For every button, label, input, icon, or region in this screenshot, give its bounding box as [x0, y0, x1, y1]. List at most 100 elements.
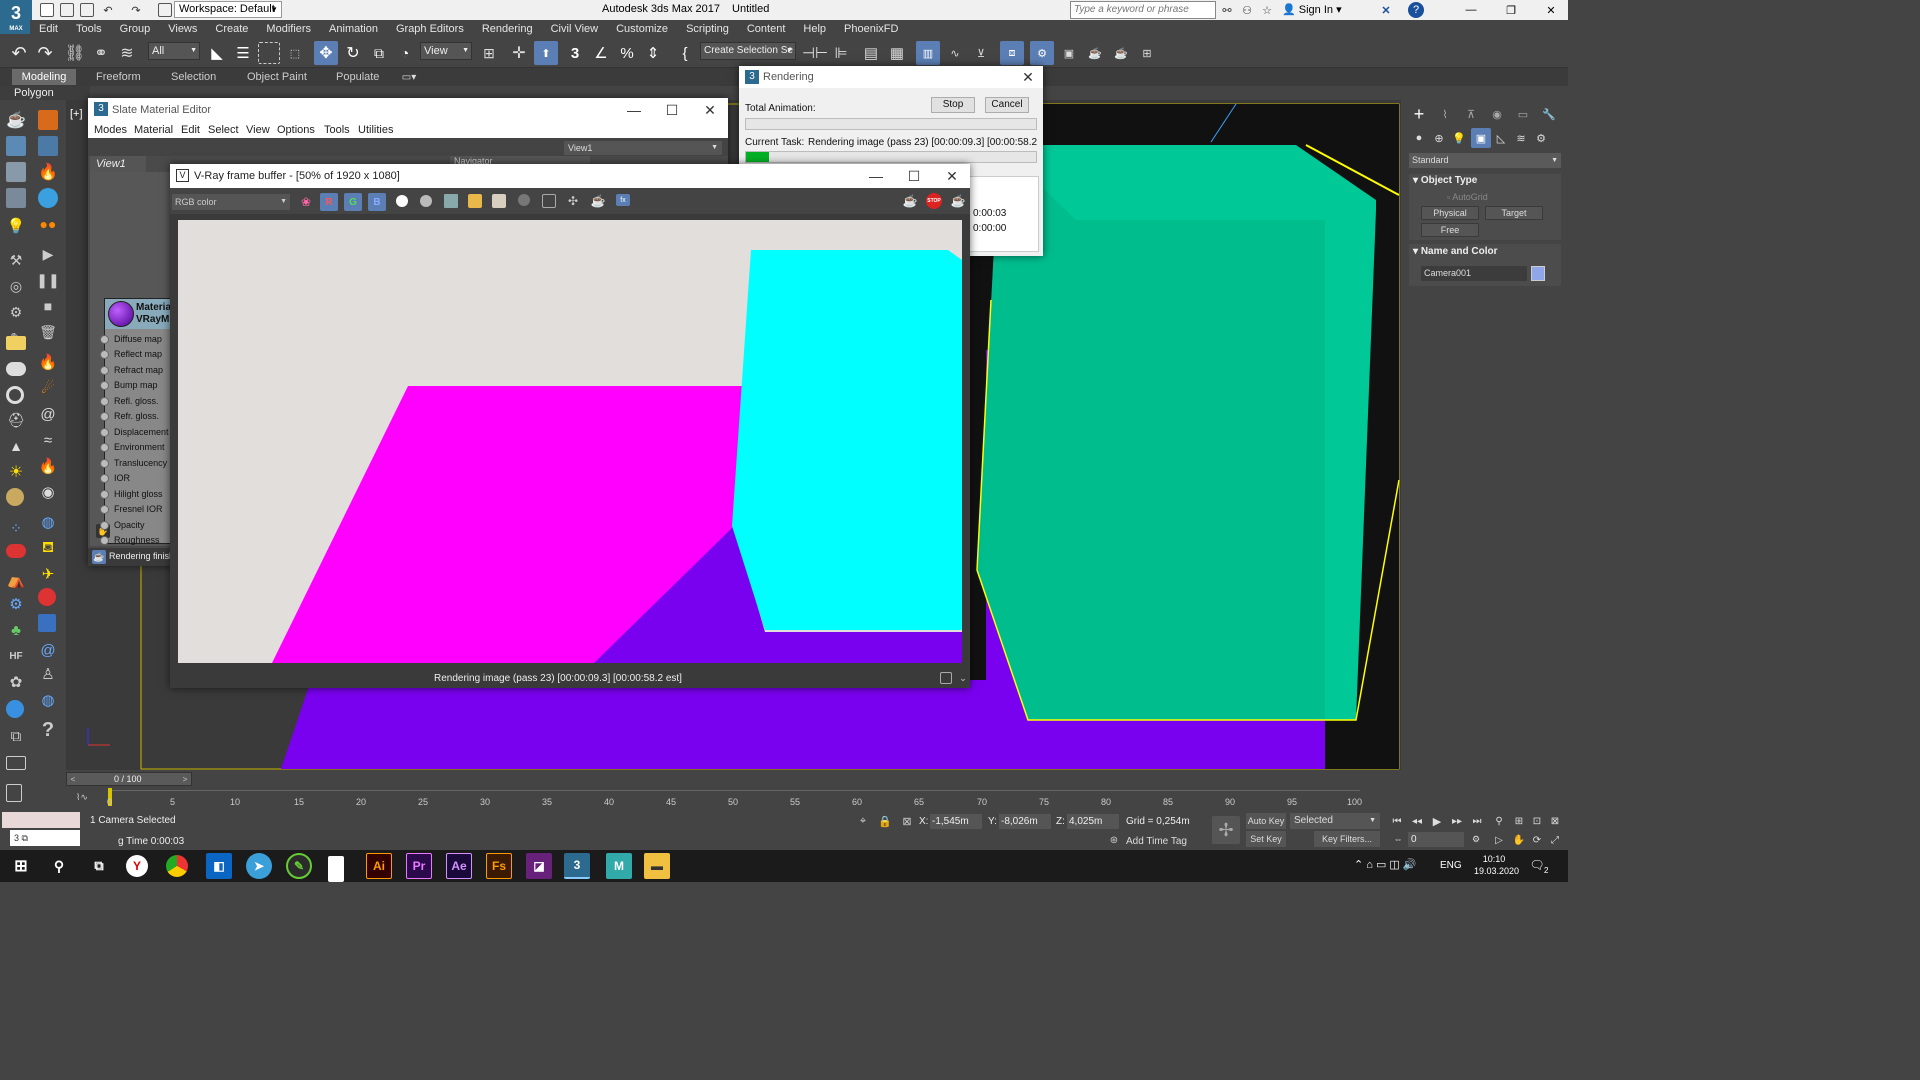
object-paint-icon[interactable]: [38, 110, 58, 130]
flame-icon[interactable]: 🔥: [38, 162, 58, 182]
ref-coord-dropdown[interactable]: View ▼: [420, 42, 472, 60]
time-tag-icon[interactable]: ⊛: [1108, 834, 1120, 846]
red-channel-icon[interactable]: R: [320, 193, 338, 211]
render-setup-icon[interactable]: ⚙: [1030, 41, 1054, 65]
mini-curve-toggle[interactable]: ⌇∿: [76, 792, 88, 803]
tab-freeform[interactable]: Freeform: [96, 69, 141, 85]
after-effects-icon[interactable]: Ae: [446, 853, 472, 879]
window-crossing-icon[interactable]: ⬚: [284, 42, 306, 64]
link-vfb-icon[interactable]: ✣: [566, 194, 580, 208]
tab-modeling[interactable]: Modeling: [12, 69, 76, 85]
grid-icon[interactable]: [38, 136, 58, 156]
material-editor-icon[interactable]: ⧈: [1000, 41, 1024, 65]
plant-icon[interactable]: ♣: [6, 620, 26, 640]
slate-menu-view[interactable]: View: [246, 124, 270, 136]
close-icon[interactable]: ✕: [1536, 2, 1566, 18]
cameras-icon[interactable]: ▣: [1471, 128, 1491, 148]
chrome-icon[interactable]: [166, 855, 188, 877]
slate-maximize-icon[interactable]: ☐: [654, 98, 690, 122]
x-coord-input[interactable]: -1,545m: [930, 814, 982, 829]
slate-menu-options[interactable]: Options: [277, 124, 315, 136]
set-key-button[interactable]: Set Key: [1246, 831, 1286, 847]
slot-refract-map[interactable]: Refract map: [100, 363, 170, 378]
layer-explorer-icon[interactable]: ▦: [886, 42, 908, 64]
motion-tab-icon[interactable]: ◉: [1487, 104, 1507, 124]
slot-refl-gloss[interactable]: Refl. gloss.: [100, 394, 170, 409]
slot-reflect-map[interactable]: Reflect map: [100, 347, 170, 362]
gear-blue-icon[interactable]: ⚙: [6, 594, 26, 614]
pause-icon[interactable]: ❚❚: [36, 270, 59, 290]
zoom-extents-icon[interactable]: ⊡: [1530, 814, 1544, 828]
vfb-close-icon[interactable]: ✕: [934, 164, 970, 188]
language-indicator[interactable]: ENG: [1440, 860, 1462, 871]
camera-icon[interactable]: ◎: [6, 276, 26, 296]
render-teapot-icon[interactable]: ☕: [902, 194, 918, 208]
undo-icon[interactable]: ↶: [100, 2, 116, 18]
schematic-view-icon[interactable]: ⊻: [970, 42, 992, 64]
create-tab-icon[interactable]: +: [1409, 104, 1429, 124]
mirror-icon[interactable]: ⊣⊢: [802, 42, 828, 64]
file-explorer-icon[interactable]: ▬: [644, 853, 670, 879]
star-icon[interactable]: ☆: [1260, 3, 1274, 17]
menu-phoenixfd[interactable]: PhoenixFD: [835, 20, 907, 38]
cone-icon[interactable]: ▲: [6, 436, 26, 456]
target-camera-button[interactable]: Target: [1485, 206, 1543, 220]
globe-icon[interactable]: ◍: [38, 690, 58, 710]
utilities-tab-icon[interactable]: 🔧: [1539, 104, 1559, 124]
select-object-icon[interactable]: ◣: [206, 42, 228, 64]
slot-displacement[interactable]: Displacement: [100, 425, 170, 440]
goto-end-icon[interactable]: ⏭: [1470, 814, 1484, 828]
hierarchy-tab-icon[interactable]: ⊼: [1461, 104, 1481, 124]
spray-icon[interactable]: ✈: [38, 564, 58, 584]
slot-socket-icon[interactable]: [100, 474, 109, 483]
shapes-icon[interactable]: ⊕: [1431, 130, 1447, 146]
key-mode-toggle-icon[interactable]: ⇔: [1392, 833, 1404, 845]
vfb-expand-icon[interactable]: ⌄: [958, 672, 968, 684]
menu-graph-editors[interactable]: Graph Editors: [387, 20, 473, 38]
marvelous-icon[interactable]: M: [606, 853, 632, 879]
align-icon[interactable]: ⊫: [830, 42, 852, 64]
isolate-icon[interactable]: ⌖: [856, 814, 870, 828]
menu-modifiers[interactable]: Modifiers: [257, 20, 320, 38]
exchange-icon[interactable]: ✕: [1378, 2, 1394, 18]
slate-menu-tools[interactable]: Tools: [324, 124, 350, 136]
slot-socket-icon[interactable]: [100, 381, 109, 390]
clock[interactable]: 10:10 19.03.2020: [1474, 853, 1519, 877]
menu-animation[interactable]: Animation: [320, 20, 387, 38]
illustrator-icon[interactable]: Ai: [366, 853, 392, 879]
windows-start-icon[interactable]: ⊞: [8, 853, 34, 879]
slot-socket-icon[interactable]: [100, 412, 109, 421]
slate-menu-select[interactable]: Select: [208, 124, 239, 136]
system-tray-icons[interactable]: ⌃ ⌂ ▭ ◫ 🔊: [1354, 858, 1417, 871]
systems-icon[interactable]: ⚙: [1533, 130, 1549, 146]
geometry-icon[interactable]: ●: [1411, 130, 1427, 146]
slate-menu-utilities[interactable]: Utilities: [358, 124, 393, 136]
menu-content[interactable]: Content: [738, 20, 795, 38]
people-icon[interactable]: ⚇: [1240, 3, 1254, 17]
named-selection-dropdown[interactable]: Create Selection Se ▼: [700, 42, 796, 60]
maximize-icon[interactable]: ❐: [1496, 2, 1526, 18]
scene-explorer-icon[interactable]: ▤: [860, 42, 882, 64]
redo-icon[interactable]: ↷: [128, 2, 144, 18]
vfb-history-icon[interactable]: [940, 672, 952, 684]
layers-icon[interactable]: ⧉: [6, 726, 26, 746]
minimize-icon[interactable]: —: [1456, 2, 1486, 18]
free-camera-button[interactable]: Free: [1421, 223, 1479, 237]
slate-menu-modes[interactable]: Modes: [94, 124, 127, 136]
maxscript-listener[interactable]: [2, 812, 80, 828]
notepad-icon[interactable]: [328, 856, 344, 882]
key-filters-button[interactable]: Key Filters...: [1314, 831, 1380, 847]
trash-icon[interactable]: 🗑: [38, 322, 58, 342]
name-color-header[interactable]: ▾ Name and Color: [1413, 246, 1498, 257]
cancel-button[interactable]: Cancel: [985, 97, 1029, 113]
max-toggle-icon[interactable]: ⤢: [1548, 833, 1562, 847]
selection-filter-dropdown[interactable]: All ▼: [148, 42, 200, 60]
rendering-close-icon[interactable]: ✕: [1013, 66, 1043, 88]
channel-dropdown[interactable]: RGB color ▼: [172, 194, 290, 210]
menu-create[interactable]: Create: [206, 20, 257, 38]
zoom-extents-all-icon[interactable]: ⊠: [1548, 814, 1562, 828]
pivot-icon[interactable]: ⊞: [478, 42, 500, 64]
ribbon-subtitle[interactable]: Polygon Modeling: [0, 86, 90, 113]
y-coord-input[interactable]: -8,026m: [999, 814, 1051, 829]
object-type-header[interactable]: ▾ Object Type: [1413, 175, 1477, 186]
